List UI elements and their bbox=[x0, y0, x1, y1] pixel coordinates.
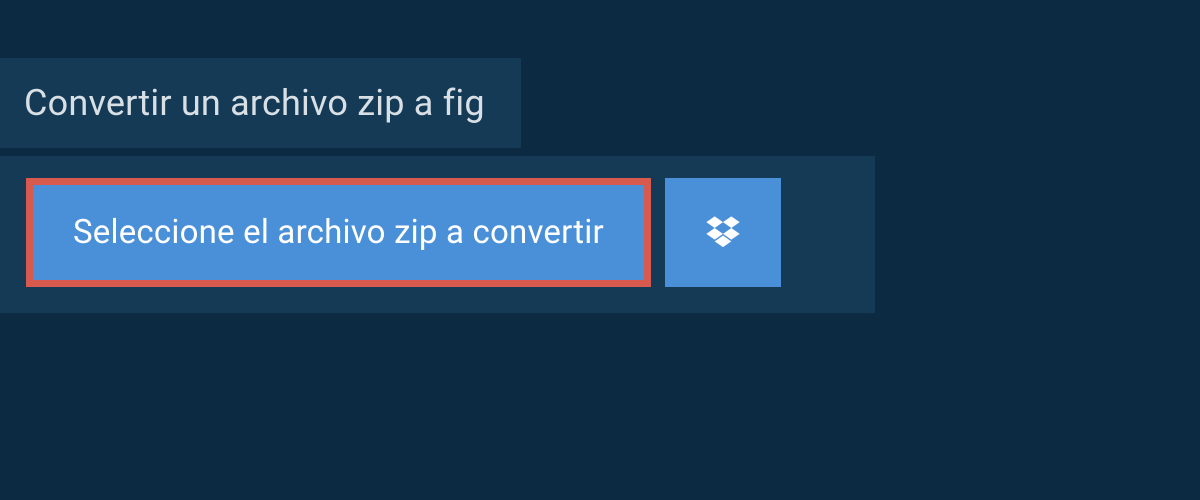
select-file-label: Seleccione el archivo zip a convertir bbox=[73, 213, 604, 252]
upload-panel: Seleccione el archivo zip a convertir bbox=[0, 156, 875, 313]
upload-button-row: Seleccione el archivo zip a convertir bbox=[26, 178, 849, 287]
page-title: Convertir un archivo zip a fig bbox=[24, 82, 485, 124]
dropbox-icon bbox=[703, 213, 743, 253]
page-header: Convertir un archivo zip a fig bbox=[0, 58, 521, 148]
select-file-button[interactable]: Seleccione el archivo zip a convertir bbox=[26, 178, 651, 287]
dropbox-button[interactable] bbox=[665, 178, 781, 287]
